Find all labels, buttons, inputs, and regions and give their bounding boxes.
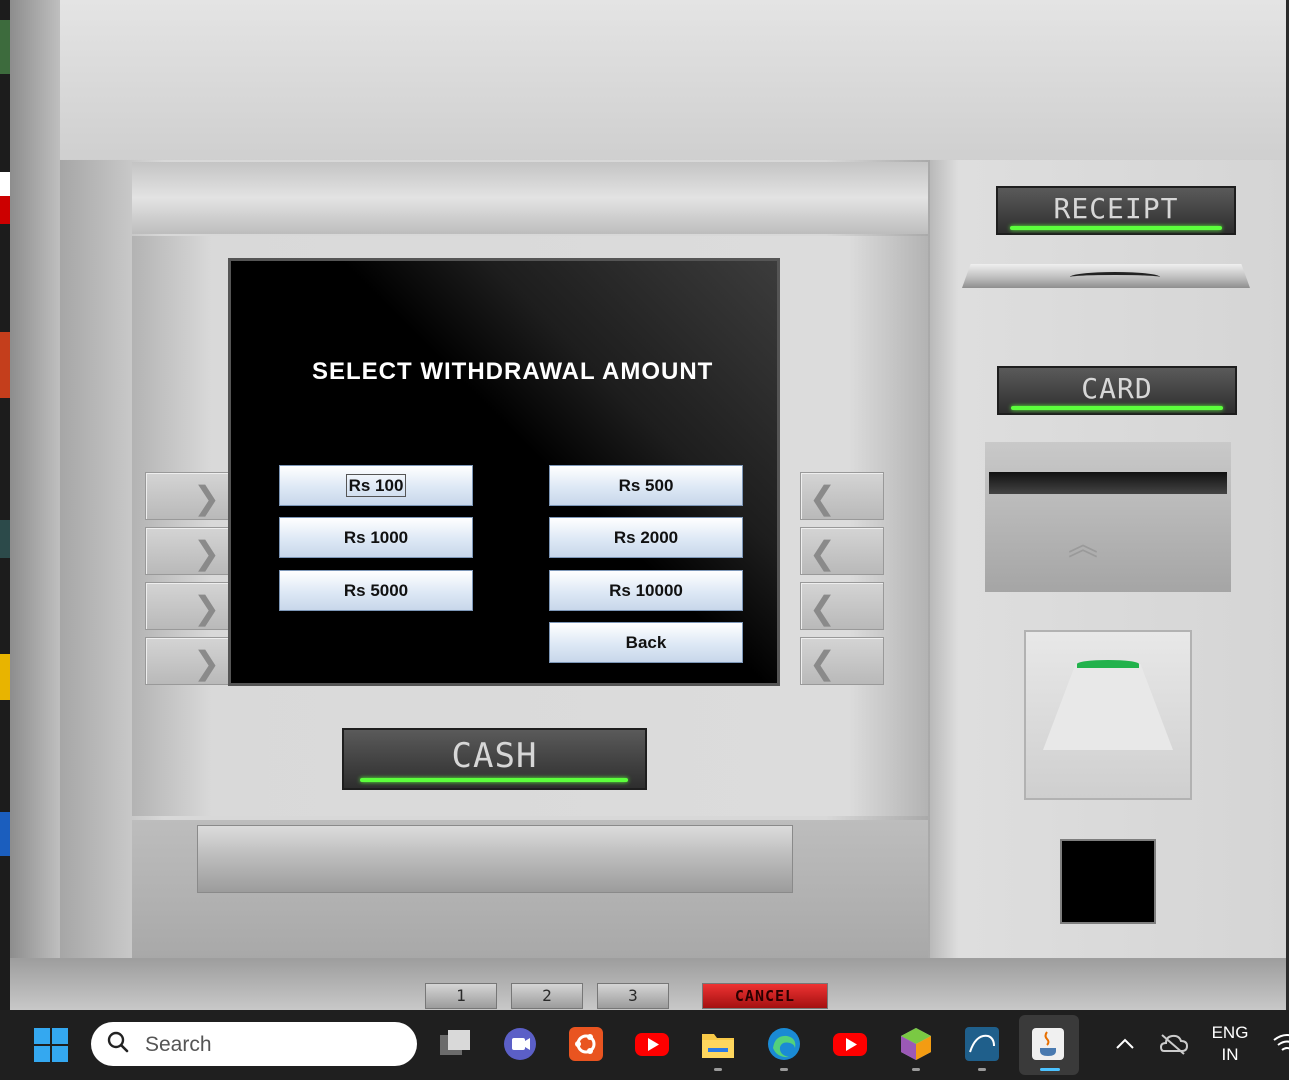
taskbar: Search ENG IN — [0, 1010, 1289, 1080]
chevron-right-icon: ❯ — [193, 589, 220, 627]
desktop-icon[interactable] — [0, 654, 10, 700]
wifi-icon[interactable] — [1272, 1030, 1289, 1056]
desktop-icon[interactable] — [0, 520, 10, 558]
running-indicator — [978, 1068, 986, 1071]
key-2[interactable]: 2 — [511, 983, 583, 1009]
onedrive-offline-icon[interactable] — [1158, 1032, 1189, 1056]
windows-start-icon[interactable] — [33, 1027, 69, 1063]
side-button-left-1[interactable]: ❯ — [145, 472, 229, 520]
atm-left-wall — [10, 0, 60, 1010]
chevron-up-icon: ︽ — [1068, 528, 1098, 563]
fingerprint-led — [1077, 660, 1139, 668]
edge-icon[interactable] — [766, 1026, 802, 1062]
active-indicator — [1040, 1068, 1060, 1071]
amount-button-rs-1000[interactable]: Rs 1000 — [279, 517, 473, 558]
running-indicator — [714, 1068, 722, 1071]
side-button-left-3[interactable]: ❯ — [145, 582, 229, 630]
language-indicator[interactable]: ENG IN — [1204, 1022, 1256, 1066]
desktop-icon[interactable] — [0, 20, 10, 74]
cancel-key[interactable]: CANCEL — [702, 983, 828, 1009]
receipt-led — [1010, 226, 1222, 230]
camera-window — [1060, 839, 1156, 924]
key-3[interactable]: 3 — [597, 983, 669, 1009]
teams-icon[interactable] — [502, 1026, 538, 1062]
side-button-right-3[interactable]: ❮ — [800, 582, 884, 630]
youtube-icon[interactable] — [634, 1026, 670, 1062]
desktop-strip — [0, 0, 10, 1010]
amount-button-rs-500[interactable]: Rs 500 — [549, 465, 743, 506]
cash-dispenser-slot — [197, 825, 793, 893]
card-led — [1011, 406, 1223, 410]
search-icon — [107, 1031, 129, 1053]
desktop-icon[interactable] — [0, 812, 10, 856]
screen-title: SELECT WITHDRAWAL AMOUNT — [312, 358, 714, 385]
card-label: CARD — [1081, 372, 1153, 405]
mysql-icon[interactable] — [964, 1026, 1000, 1062]
desktop-icon — [0, 196, 10, 224]
running-indicator — [912, 1068, 920, 1071]
key-1[interactable]: 1 — [425, 983, 497, 1009]
side-button-right-1[interactable]: ❮ — [800, 472, 884, 520]
atm-header-bar — [132, 162, 928, 234]
chevron-right-icon: ❯ — [193, 644, 220, 682]
side-button-left-2[interactable]: ❯ — [145, 527, 229, 575]
chevron-up-icon[interactable] — [1113, 1032, 1137, 1056]
task-view-icon[interactable] — [437, 1026, 473, 1062]
atm-top-panel — [10, 0, 1286, 162]
card-slot-opening — [989, 472, 1227, 494]
card-label-panel: CARD — [997, 366, 1237, 415]
amount-button-rs-2000[interactable]: Rs 2000 — [549, 517, 743, 558]
chevron-left-icon: ❮ — [809, 644, 836, 682]
running-indicator — [780, 1068, 788, 1071]
java-icon[interactable] — [1030, 1026, 1066, 1062]
search-input[interactable]: Search — [91, 1022, 417, 1066]
chevron-right-icon: ❯ — [193, 534, 220, 572]
cash-label: CASH — [451, 736, 538, 776]
receipt-slot-opening — [1070, 272, 1160, 282]
chevron-left-icon: ❮ — [809, 479, 836, 517]
side-button-right-2[interactable]: ❮ — [800, 527, 884, 575]
amount-button-rs-100[interactable]: Rs 100 — [279, 465, 473, 506]
cash-led — [360, 778, 628, 782]
receipt-label-panel: RECEIPT — [996, 186, 1236, 235]
card-slot — [985, 442, 1231, 592]
side-button-left-4[interactable]: ❯ — [145, 637, 229, 685]
chevron-left-icon: ❮ — [809, 534, 836, 572]
cash-label-panel: CASH — [342, 728, 647, 790]
desktop-icon[interactable] — [0, 332, 10, 398]
ubuntu-icon[interactable] — [568, 1026, 604, 1062]
youtube-icon[interactable] — [832, 1026, 868, 1062]
amount-button-rs-5000[interactable]: Rs 5000 — [279, 570, 473, 611]
virtualbox-icon[interactable] — [898, 1026, 934, 1062]
receipt-label: RECEIPT — [1053, 192, 1179, 225]
amount-button-rs-10000[interactable]: Rs 10000 — [549, 570, 743, 611]
side-button-right-4[interactable]: ❮ — [800, 637, 884, 685]
chevron-left-icon: ❮ — [809, 589, 836, 627]
search-placeholder: Search — [145, 1033, 212, 1056]
chevron-right-icon: ❯ — [193, 479, 220, 517]
file-explorer-icon[interactable] — [700, 1026, 736, 1062]
back-button[interactable]: Back — [549, 622, 743, 663]
